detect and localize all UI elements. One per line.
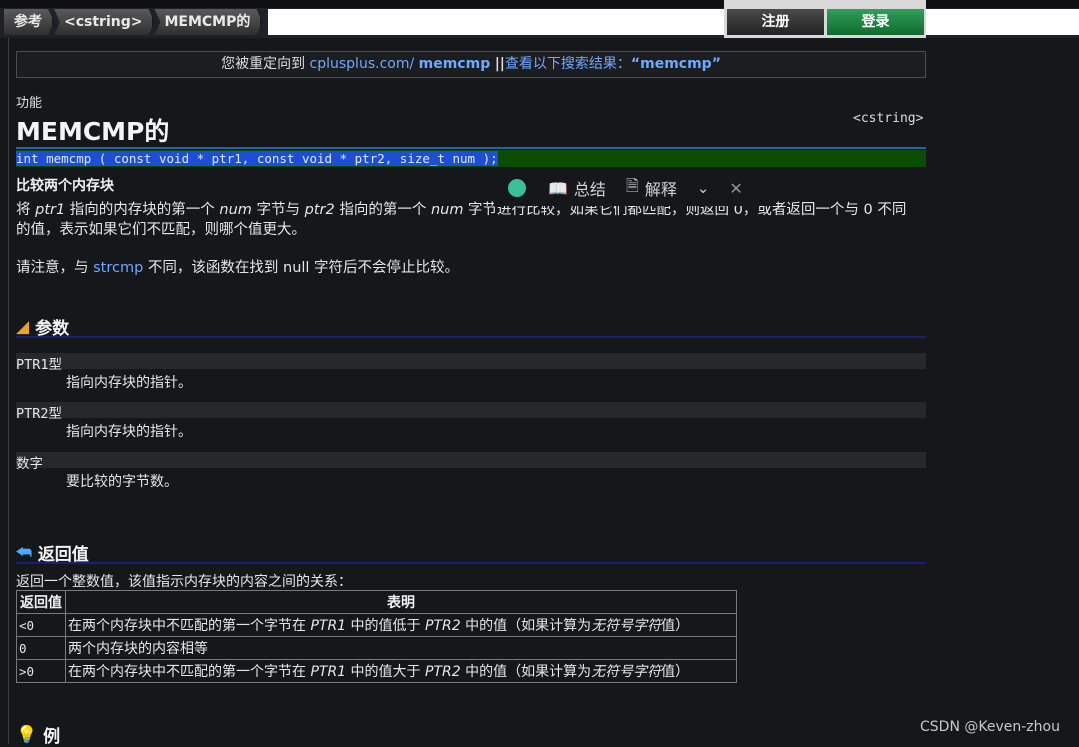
explain-button[interactable]: 🗎 解释 <box>626 175 677 202</box>
redirect-term-link[interactable]: memcmp <box>419 56 491 72</box>
book-icon: 📖 <box>548 178 568 198</box>
cell-ptr1: PTR1 <box>310 664 347 680</box>
return-code: 0 <box>16 636 66 660</box>
return-code: >0 <box>16 659 66 683</box>
chevron-down-icon[interactable]: ⌄ <box>697 179 710 197</box>
page-title: MEMCMP的 <box>16 117 170 146</box>
register-button[interactable]: 注册 <box>727 9 824 35</box>
selection-popup: 📖 总结 🗎 解释 ⌄ ✕ <box>494 170 776 206</box>
summary-label: 总结 <box>573 180 606 199</box>
redirect-search-link[interactable]: 查看以下搜索结果： <box>505 56 631 72</box>
section-example-title: 例 <box>43 727 61 747</box>
section-example: 💡 例 <box>16 722 60 747</box>
note-text: 不同，该函数在找到 null 字符后不会停止比较。 <box>143 260 460 276</box>
note-text: 请注意，与 <box>16 260 94 276</box>
document-icon: 🗎 <box>625 175 639 195</box>
section-params-rule <box>16 336 926 338</box>
return-desc: 在两个内存块中不匹配的第一个字节在 PTR1 中的值大于 PTR2 中的值（如果… <box>65 659 737 683</box>
desc-text: 字节与 <box>251 202 305 218</box>
param-desc: 要比较的字节数。 <box>66 474 178 490</box>
header-right-blank <box>926 9 1079 35</box>
title-rule <box>16 147 926 149</box>
redirect-search-term[interactable]: “memcmp” <box>631 56 721 72</box>
prototype-text: int memcmp ( const void * ptr1, const vo… <box>16 151 498 166</box>
search-bar[interactable] <box>268 9 725 35</box>
cell-text: 值） <box>661 618 690 634</box>
return-code: <0 <box>16 613 66 637</box>
table-header-row: 返回值 表明 <box>16 590 737 614</box>
section-return-rule <box>16 562 926 564</box>
desc-text: 将 <box>16 202 36 218</box>
redirect-prefix: 您被重定向到 <box>221 56 306 72</box>
left-border <box>8 38 9 744</box>
cell-ptr2: PTR2 <box>425 664 461 680</box>
param-bar <box>16 452 926 468</box>
cell-ptr1: PTR1 <box>310 618 347 634</box>
desc-text: 指向的第一个 <box>334 202 431 218</box>
redirect-separator: || <box>494 56 505 72</box>
cell-text: 中的值（如果计算为 <box>460 618 592 634</box>
return-arrow-icon: ⮪ <box>16 542 32 563</box>
desc-text: 指向的内存块的第一个 <box>65 202 220 218</box>
login-button[interactable]: 登录 <box>827 9 924 35</box>
param-name: PTR2型 <box>16 406 63 422</box>
table-row: >0 在两个内存块中不匹配的第一个字节在 PTR1 中的值大于 PTR2 中的值… <box>16 659 737 683</box>
redirect-site-link[interactable]: cplusplus.com/ <box>310 56 415 72</box>
cell-text: 值） <box>661 664 690 680</box>
prototype: int memcmp ( const void * ptr1, const vo… <box>16 150 926 167</box>
summary-button[interactable]: 📖 总结 <box>548 176 606 200</box>
subtitle: 比较两个内存块 <box>16 178 114 194</box>
cell-text: 在两个内存块中不匹配的第一个字节在 <box>68 664 311 680</box>
close-icon[interactable]: ✕ <box>729 179 742 198</box>
desc-num: num <box>430 202 464 218</box>
return-desc: 两个内存块的内容相等 <box>65 636 737 660</box>
table-header: 表明 <box>65 590 737 614</box>
breadcrumb-reference[interactable]: 参考 <box>4 9 54 35</box>
return-value-table: 返回值 表明 <0 在两个内存块中不匹配的第一个字节在 PTR1 中的值低于 P… <box>16 590 737 683</box>
ruler-triangle-icon: ◢ <box>16 316 30 337</box>
param-name: PTR1型 <box>16 357 63 373</box>
breadcrumb: 参考 <cstring> MEMCMP的 <box>4 9 262 35</box>
table-row: 0 两个内存块的内容相等 <box>16 636 737 660</box>
cell-unsigned: 无符号字符 <box>591 618 662 634</box>
return-intro: 返回一个整数值，该值指示内存块的内容之间的关系： <box>16 574 352 590</box>
desc-ptr1: ptr1 <box>35 202 66 218</box>
param-desc: 指向内存块的指针。 <box>66 424 192 440</box>
cell-unsigned: 无符号字符 <box>591 664 662 680</box>
cell-text: 中的值（如果计算为 <box>460 664 592 680</box>
note: 请注意，与 strcmp 不同，该函数在找到 null 字符后不会停止比较。 <box>16 258 916 278</box>
param-desc: 指向内存块的指针。 <box>66 375 192 391</box>
breadcrumb-cstring[interactable]: <cstring> <box>54 9 154 35</box>
assistant-icon[interactable] <box>508 179 526 197</box>
table-row: <0 在两个内存块中不匹配的第一个字节在 PTR1 中的值低于 PTR2 中的值… <box>16 613 737 637</box>
param-bar <box>16 402 926 418</box>
param-name: 数字 <box>16 456 43 472</box>
kicker-function: 功能 <box>16 96 43 111</box>
cell-text: 在两个内存块中不匹配的第一个字节在 <box>68 618 311 634</box>
cell-text: 中的值大于 <box>346 664 425 680</box>
desc-ptr2: ptr2 <box>304 202 335 218</box>
param-bar <box>16 353 926 369</box>
return-desc: 在两个内存块中不匹配的第一个字节在 PTR1 中的值低于 PTR2 中的值（如果… <box>65 613 737 637</box>
explain-label: 解释 <box>644 180 677 199</box>
header-tag[interactable]: <cstring> <box>853 111 923 126</box>
desc-num: num <box>219 202 252 218</box>
breadcrumb-memcmp[interactable]: MEMCMP的 <box>154 9 262 35</box>
cell-ptr2: PTR2 <box>425 618 461 634</box>
description: 将 ptr1 指向的内存块的第一个 num 字节与 ptr2 指向的第一个 nu… <box>16 200 916 240</box>
watermark: CSDN @Keven-zhou <box>920 719 1060 735</box>
strcmp-link[interactable]: strcmp <box>93 260 143 276</box>
table-header: 返回值 <box>16 590 66 614</box>
redirect-notice: 您被重定向到 cplusplus.com/ memcmp ||查看以下搜索结果：… <box>16 51 926 78</box>
cell-text: 中的值低于 <box>346 618 425 634</box>
lightbulb-icon: 💡 <box>16 724 38 745</box>
